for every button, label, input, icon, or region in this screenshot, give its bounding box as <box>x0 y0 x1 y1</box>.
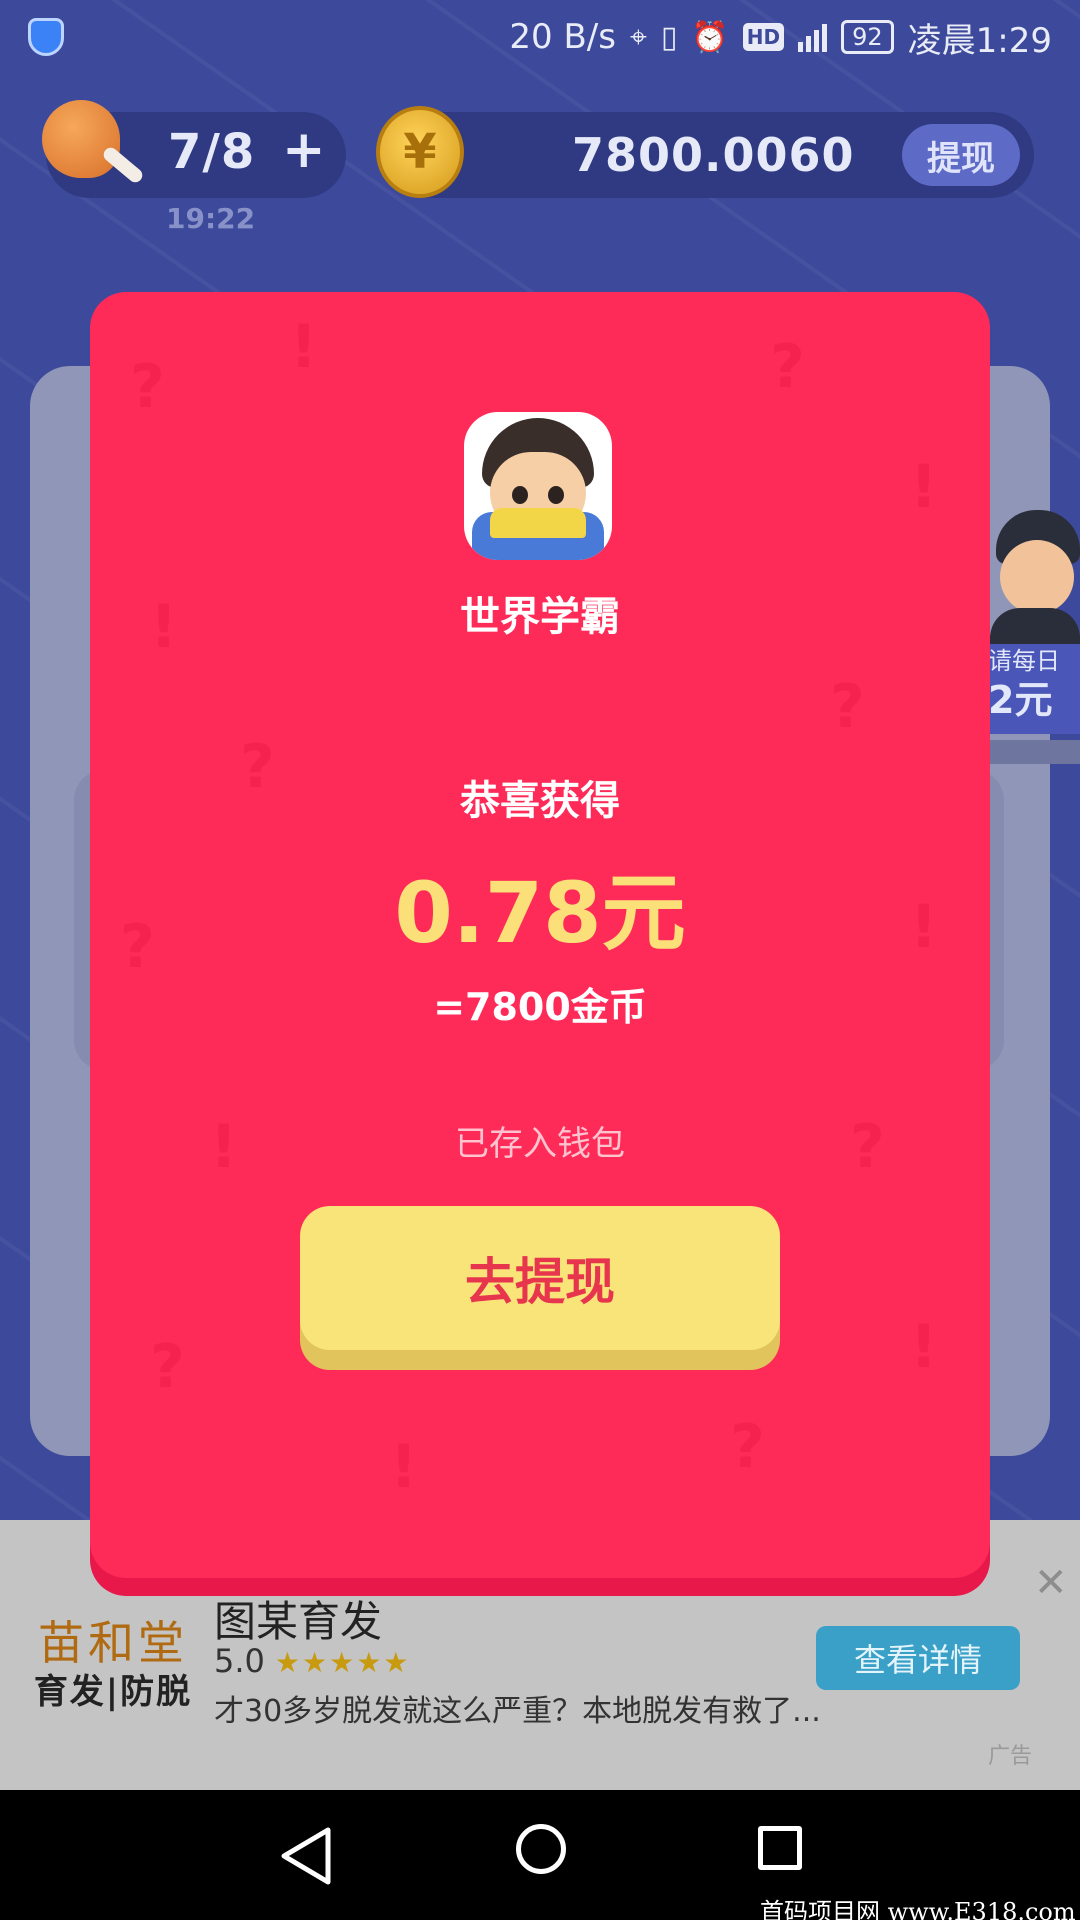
daily-promo-label[interactable]: 请每日 2元 <box>984 644 1080 734</box>
star-icons: ★★★★★ <box>274 1646 411 1679</box>
recent-apps-icon[interactable] <box>758 1826 802 1870</box>
promo-line1: 请每日 <box>988 647 1060 675</box>
signal-icon <box>798 22 828 52</box>
clock: 凌晨1:29 <box>907 20 1052 61</box>
coins-equivalent: =7800金币 <box>433 985 647 1029</box>
promo-line2: 2元 <box>988 678 1053 722</box>
congrats-text: 恭喜获得 <box>460 778 620 824</box>
location-icon: ⌖ <box>629 19 647 55</box>
status-icons: 20 B/s ⌖ ▯ ⏰ HD 92 凌晨1:29 <box>509 13 1052 62</box>
add-lives-button[interactable]: + <box>282 120 326 180</box>
battery-icon: 92 <box>841 20 894 54</box>
shield-icon <box>28 18 64 56</box>
withdraw-cta-button[interactable]: 去提现 <box>300 1206 780 1350</box>
reward-amount: 0.78元 <box>394 864 686 962</box>
vibrate-icon: ▯ <box>660 19 678 55</box>
withdraw-button[interactable]: 提现 <box>902 124 1020 186</box>
watermark: 首码项目网 www.E318.com <box>760 1898 1076 1920</box>
lives-timer: 19:22 <box>166 202 256 235</box>
view-details-button[interactable]: 查看详情 <box>816 1626 1020 1690</box>
app-name: 世界学霸 <box>460 594 620 640</box>
back-icon[interactable] <box>278 1826 334 1886</box>
network-speed: 20 B/s <box>509 17 616 57</box>
ad-description: 才30多岁脱发就这么严重？本地脱发有救了... <box>214 1694 821 1729</box>
ad-rating-value: 5.0 <box>214 1642 265 1680</box>
promo-character[interactable] <box>990 510 1080 660</box>
home-icon[interactable] <box>516 1824 566 1874</box>
app-logo <box>464 412 612 560</box>
alarm-icon: ⏰ <box>691 19 729 55</box>
saved-to-wallet-note: 已存入钱包 <box>455 1124 625 1164</box>
ad-tag: 广告 <box>988 1744 1033 1769</box>
ad-logo-line1: 苗和堂 <box>38 1616 188 1670</box>
drumstick-icon <box>42 100 146 186</box>
ad-logo: 苗和堂 育发|防脱 <box>28 1616 198 1714</box>
ad-rating: 5.0 ★★★★★ <box>214 1642 410 1680</box>
coin-balance: 7800.0060 <box>572 128 855 182</box>
close-icon[interactable]: ✕ <box>1034 1560 1068 1606</box>
coin-icon: ¥ <box>376 106 464 198</box>
hd-icon: HD <box>742 23 785 51</box>
lives-count: 7/8 <box>168 124 256 180</box>
ad-logo-line2: 育发|防脱 <box>33 1672 193 1712</box>
status-bar: 20 B/s ⌖ ▯ ⏰ HD 92 凌晨1:29 <box>0 0 1080 74</box>
card-stripe <box>988 740 1080 764</box>
reward-modal: ?!? !!? ??! !?? !?! 世界学霸 恭喜获得 0.78元 =780… <box>90 292 990 1578</box>
ad-title: 图某育发 <box>214 1597 383 1646</box>
